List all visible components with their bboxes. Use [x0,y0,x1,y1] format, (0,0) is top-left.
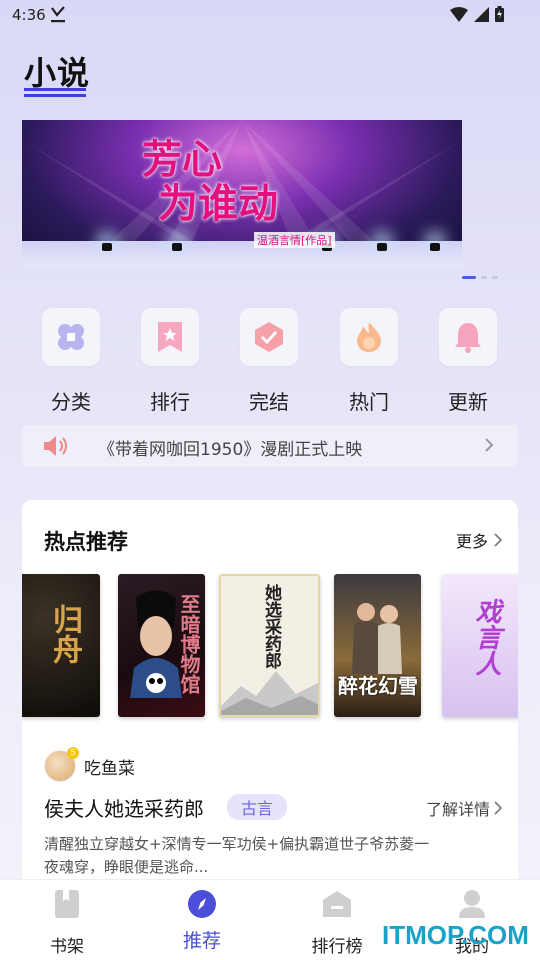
book-cover[interactable]: 戏言人 [442,574,518,717]
featured-book-description: 清醒独立穿越女+深情专一军功侯+偏执霸道世子爷苏菱一夜魂穿，睁眼便是逃命... [44,835,430,876]
promo-banner[interactable]: 芳心 为谁动 温酒言情[作品] [22,120,462,267]
bookshelf-icon [51,888,83,920]
status-time: 4:36 [12,6,46,24]
fire-icon [340,308,398,366]
book-cover[interactable]: 她选采药郎 [219,574,320,717]
compass-icon [186,888,218,920]
chevron-right-icon [494,801,502,815]
book-cover[interactable]: 归舟 [22,574,100,717]
detail-label: 了解详情 [425,800,490,819]
vip-badge-icon: 5 [67,747,79,759]
detail-link[interactable]: 了解详情 [426,796,502,820]
cover-couple-art [352,603,402,674]
grid-icon [42,308,100,366]
download-done-icon [51,6,65,23]
chevron-right-icon [485,438,494,452]
signal-icon [474,6,489,22]
system-icons [450,6,504,22]
nav-bookshelf[interactable]: 书架 [22,888,112,957]
banner-subtitle: 温酒言情[作品] [254,232,335,248]
status-bar: 4:36 [0,0,540,32]
category-finished[interactable]: 完结 [239,308,299,415]
chevron-right-icon [494,533,502,547]
category-label: 热门 [349,390,389,414]
category-label: 更新 [448,390,488,414]
announcement-text: 《带着网咖回1950》漫剧正式上映 [98,440,363,460]
category-label: 排行 [150,390,190,414]
author-name: 吃鱼菜 [84,758,135,779]
section-title: 热点推荐 [44,530,128,554]
book-cover-title: 醉花幻雪 [338,674,418,698]
stage-light [377,243,387,251]
banner-title: 芳心 为谁动 [142,138,278,226]
book-cover[interactable]: 醉花幻雪 [334,574,421,717]
ranking-icon [321,888,353,920]
bell-icon [439,308,497,366]
announcement-bar[interactable]: 《带着网咖回1950》漫剧正式上映 [22,425,518,467]
book-cover-title: 戏言人 [471,598,501,676]
pagination-dot[interactable] [481,276,487,279]
banner-title-line2: 为谁动 [158,180,278,227]
banner-pagination [462,276,498,279]
nav-ranking[interactable]: 排行榜 [292,888,382,957]
ranking-bookmark-icon [141,308,199,366]
stage-light [172,243,182,251]
stage-light [102,243,112,251]
title-underline [24,88,86,98]
book-cover-title: 至暗博物馆 [177,594,201,694]
category-label: 分类 [51,390,91,414]
banner-title-line1: 芳心 [142,136,222,183]
book-cover[interactable]: 至暗博物馆 [118,574,205,717]
nav-recommend[interactable]: 推荐 [157,888,247,953]
genre-tag: 古言 [227,794,288,820]
category-label: 完结 [249,390,289,414]
profile-icon [456,888,488,920]
book-cover-title: 归舟 [47,604,82,664]
battery-icon [495,6,504,22]
speaker-icon [44,436,67,456]
more-label: 更多 [455,532,488,551]
banner-stage [22,241,462,267]
watermark: ITMOP.COM [382,920,529,950]
pagination-dot-active[interactable] [462,276,476,279]
author-row[interactable]: 5 吃鱼菜 [44,747,135,782]
nav-label: 书架 [50,937,84,957]
category-classify[interactable]: 分类 [41,308,101,415]
wifi-icon [450,6,468,22]
book-cover-title: 她选采药郎 [261,584,281,669]
nav-label: 推荐 [182,930,221,952]
more-link[interactable]: 更多 [456,528,502,552]
nav-label: 排行榜 [311,937,363,957]
stage-light [430,243,440,251]
featured-book-title[interactable]: 侯夫人她选采药郎 [44,793,204,822]
check-badge-icon [240,308,298,366]
hot-recommend-card: 热点推荐 更多 归舟 至暗博物馆 她选采药郎 醉花幻雪 戏言人 5 吃鱼菜 侯夫… [22,500,518,900]
category-ranking[interactable]: 排行 [140,308,200,415]
pagination-dot[interactable] [492,276,498,279]
avatar: 5 [44,747,79,782]
category-update[interactable]: 更新 [438,308,498,415]
category-popular[interactable]: 热门 [339,308,399,415]
